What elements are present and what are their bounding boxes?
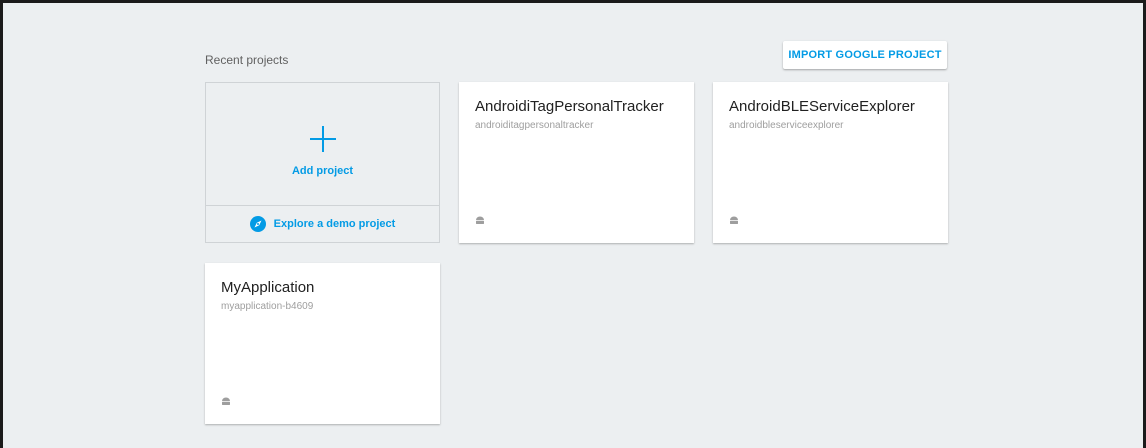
project-id: androidbleserviceexplorer	[729, 120, 844, 131]
project-card[interactable]: AndroidiTagPersonalTracker androiditagpe…	[459, 82, 694, 243]
compass-icon	[249, 216, 266, 232]
add-project-label: Add project	[291, 165, 354, 177]
project-id: androiditagpersonaltracker	[475, 120, 594, 131]
import-google-project-button[interactable]: IMPORT GOOGLE PROJECT	[783, 41, 947, 69]
project-name: AndroidiTagPersonalTracker	[475, 98, 664, 115]
android-icon	[222, 397, 230, 405]
console-page: Recent projects IMPORT GOOGLE PROJECT Ad…	[0, 0, 1146, 448]
explore-demo-label: Explore a demo project	[273, 218, 396, 230]
android-icon	[730, 216, 738, 224]
project-name: MyApplication	[221, 279, 315, 296]
add-project-button[interactable]: Add project	[206, 83, 439, 205]
explore-demo-project-link[interactable]: Explore a demo project	[206, 206, 439, 242]
project-id: myapplication-b4609	[221, 301, 314, 312]
project-card[interactable]: AndroidBLEServiceExplorer androidbleserv…	[713, 82, 948, 243]
android-icon	[476, 216, 484, 224]
section-title: Recent projects	[205, 53, 289, 67]
add-project-card: Add project Explore a demo project	[205, 82, 440, 243]
plus-icon	[310, 126, 336, 152]
project-card[interactable]: MyApplication myapplication-b4609	[205, 263, 440, 424]
project-name: AndroidBLEServiceExplorer	[729, 98, 915, 115]
